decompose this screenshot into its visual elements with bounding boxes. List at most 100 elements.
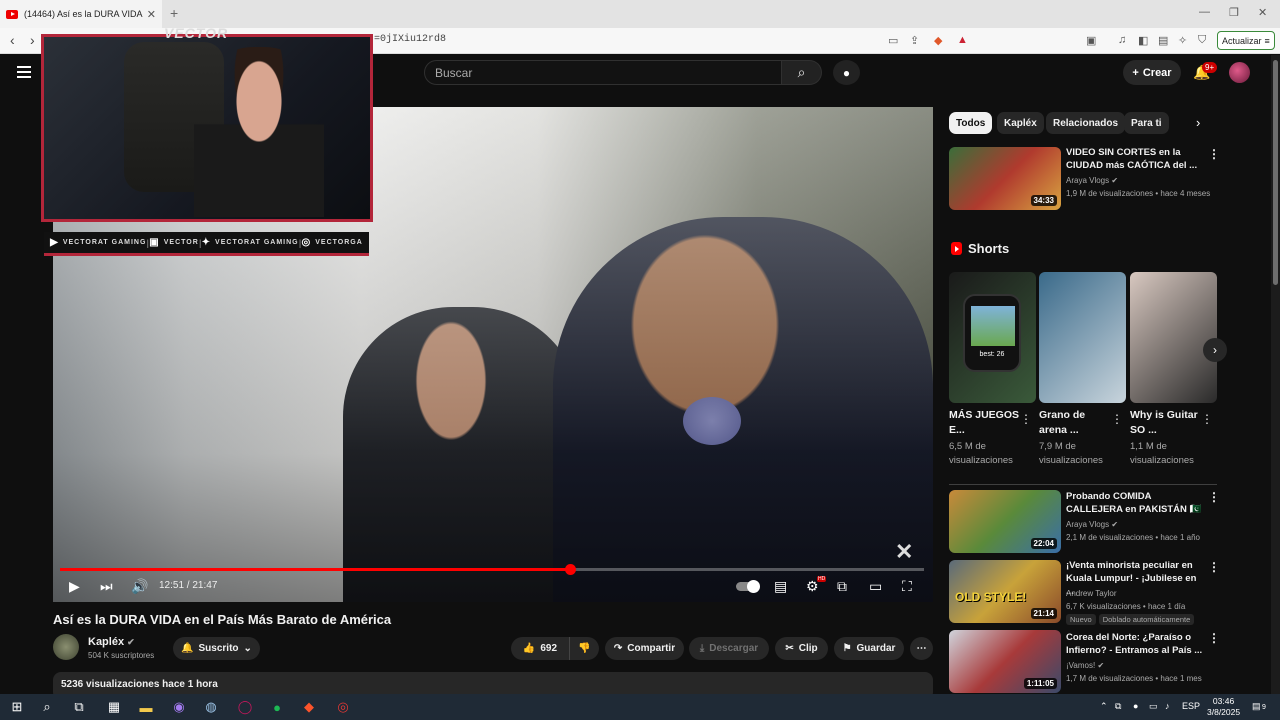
brave-browser-icon[interactable]: ◆ — [300, 698, 318, 716]
chevron-right-icon: › — [1213, 343, 1217, 357]
share-button[interactable]: ↷ Compartir — [605, 637, 684, 660]
tray-language[interactable]: ESP — [1182, 701, 1200, 711]
restore-icon[interactable]: ❐ — [1229, 6, 1239, 19]
channel-name[interactable]: Kapléx ✔ — [88, 636, 135, 648]
channel-avatar[interactable] — [53, 634, 79, 660]
short-title[interactable]: Grano de arena ... — [1039, 408, 1111, 438]
file-explorer-icon[interactable]: ▬ — [137, 698, 155, 716]
chip-kaplex[interactable]: Kapléx — [997, 112, 1044, 134]
related-channel[interactable]: ¡Vamos! ✔ — [1066, 661, 1104, 670]
related-thumbnail[interactable]: 22:04 — [949, 490, 1061, 553]
chip-para-ti[interactable]: Para ti — [1124, 112, 1169, 134]
chevron-right-icon[interactable]: › — [1196, 115, 1200, 130]
short-title[interactable]: Why is Guitar SO ... — [1130, 408, 1202, 438]
download-button[interactable]: ⤓ Descargar — [689, 637, 769, 660]
next-video-icon[interactable]: ⏭ — [100, 578, 113, 595]
dislike-button[interactable]: 👎 — [569, 637, 599, 660]
search-button[interactable]: ⌕ — [782, 60, 822, 85]
related-thumbnail[interactable]: 34:33 — [949, 147, 1061, 210]
related-title[interactable]: VIDEO SIN CORTES en la CIUDAD más CAÓTIC… — [1066, 146, 1204, 172]
search-input[interactable]: Buscar — [424, 60, 782, 85]
shorts-next-button[interactable]: › — [1203, 338, 1227, 362]
guide-menu-icon[interactable] — [17, 66, 31, 78]
short-title[interactable]: MÁS JUEGOS E... — [949, 408, 1021, 438]
related-thumbnail[interactable]: 1:11:05 — [949, 630, 1061, 693]
steam-icon[interactable]: ◍ — [202, 698, 220, 716]
close-window-icon[interactable]: ✕ — [1258, 6, 1267, 19]
autoplay-toggle[interactable] — [736, 580, 760, 593]
task-view-icon[interactable]: ⧉ — [70, 698, 88, 716]
tray-mic-icon[interactable]: ● — [1133, 701, 1138, 711]
channel-watermark-icon[interactable]: ✕ — [895, 539, 913, 565]
chip-relacionados[interactable]: Relacionados — [1046, 112, 1126, 134]
browser-tab-active[interactable]: (14464) Así es la DURA VIDA en ✕ — [0, 0, 162, 28]
forward-icon[interactable]: › — [30, 32, 35, 48]
reading-list-icon[interactable]: ◧ — [1138, 34, 1148, 47]
play-icon[interactable]: ▶ — [69, 578, 80, 595]
close-tab-icon[interactable]: ✕ — [147, 8, 156, 21]
short-thumbnail[interactable] — [1039, 272, 1126, 403]
save-button[interactable]: ⚑ Guardar — [834, 637, 904, 660]
voice-search-button[interactable]: ● — [833, 60, 860, 85]
windows-start-icon[interactable]: ⊞ — [8, 698, 26, 716]
media-icon[interactable]: ♫ — [1118, 34, 1126, 46]
brave-rewards-icon[interactable]: ▲ — [957, 34, 968, 46]
account-avatar[interactable] — [1229, 62, 1250, 83]
tray-network-icon[interactable]: ▭ — [1149, 701, 1158, 712]
subscribed-button[interactable]: 🔔 Suscrito ⌄ — [173, 637, 260, 660]
new-tab-icon[interactable]: + — [170, 5, 178, 21]
related-title[interactable]: Corea del Norte: ¿Paraíso o Infierno? - … — [1066, 631, 1204, 657]
more-vertical-icon[interactable]: ⋮ — [1201, 412, 1213, 426]
more-vertical-icon[interactable]: ⋮ — [1208, 490, 1220, 504]
cast-icon[interactable]: ▭ — [888, 34, 898, 47]
like-button[interactable]: 👍 692 — [511, 637, 569, 660]
theater-mode-icon[interactable]: ▭ — [869, 578, 882, 595]
clip-button[interactable]: ✂ Clip — [775, 637, 828, 660]
tray-app-icon[interactable]: ⧉ — [1115, 701, 1121, 712]
brave-shield-icon[interactable]: ◆ — [934, 34, 942, 47]
taskbar-clock[interactable]: 03:46 3/8/2025 — [1207, 696, 1240, 718]
tray-chevron-icon[interactable]: ⌃ — [1100, 701, 1108, 712]
app-icon[interactable]: ▦ — [105, 698, 123, 716]
more-vertical-icon[interactable]: ⋮ — [1208, 560, 1220, 574]
related-channel[interactable]: Araya Vlogs ✔ — [1066, 176, 1118, 185]
tray-volume-icon[interactable]: ♪ — [1165, 701, 1170, 711]
minimize-icon[interactable]: — — [1199, 6, 1210, 18]
channel-name-text: Kapléx — [88, 636, 125, 648]
instagram-icon: ◎ — [301, 237, 312, 248]
related-title[interactable]: Probando COMIDA CALLEJERA en PAKISTÁN 🇵🇰 — [1066, 490, 1204, 516]
sidebar-toggle-icon[interactable]: ▣ — [1086, 34, 1096, 47]
create-button[interactable]: + Crear — [1123, 60, 1181, 85]
more-vertical-icon[interactable]: ⋮ — [1111, 412, 1123, 426]
scrubber-handle[interactable] — [564, 564, 576, 575]
related-channel[interactable]: Andrew Taylor — [1066, 589, 1117, 598]
chip-todos[interactable]: Todos — [949, 112, 993, 134]
fullscreen-icon[interactable]: ⛶ — [902, 578, 912, 595]
vpn-icon[interactable]: ⛉ — [1198, 34, 1206, 47]
short-thumbnail[interactable] — [1130, 272, 1217, 403]
related-thumbnail[interactable]: OLD STYLE! 21:14 — [949, 560, 1061, 623]
progress-bar[interactable] — [60, 564, 924, 575]
more-vertical-icon[interactable]: ⋮ — [1020, 412, 1032, 426]
back-icon[interactable]: ‹ — [10, 32, 15, 48]
update-button[interactable]: Actualizar ≡ — [1217, 31, 1275, 50]
more-vertical-icon[interactable]: ⋮ — [1208, 631, 1220, 645]
spotify-icon[interactable]: ● — [268, 698, 286, 716]
more-vertical-icon[interactable]: ⋮ — [1208, 147, 1220, 161]
wallet-icon[interactable]: ▤ — [1158, 34, 1168, 47]
related-channel[interactable]: Araya Vlogs ✔ — [1066, 520, 1118, 529]
url-field[interactable]: =0jIXiu12rd8 — [374, 34, 446, 45]
share-page-icon[interactable]: ⇪ — [910, 34, 919, 47]
leo-ai-icon[interactable]: ✧ — [1178, 34, 1187, 47]
miniplayer-icon[interactable]: ⧉ — [837, 578, 847, 595]
discord-icon[interactable]: ◉ — [170, 698, 188, 716]
app-red-icon[interactable]: ◎ — [334, 698, 352, 716]
notification-center-icon[interactable]: ▤ — [1252, 701, 1261, 712]
search-icon[interactable]: ⌕ — [38, 698, 56, 716]
more-actions-button[interactable]: ⋯ — [910, 637, 933, 660]
subtitles-icon[interactable]: ▤ — [774, 578, 787, 595]
short-thumbnail[interactable]: best: 26 — [949, 272, 1036, 403]
opera-icon[interactable]: ◯ — [236, 698, 254, 716]
scrollbar-thumb[interactable] — [1273, 60, 1278, 285]
volume-icon[interactable]: 🔊 — [131, 578, 148, 595]
